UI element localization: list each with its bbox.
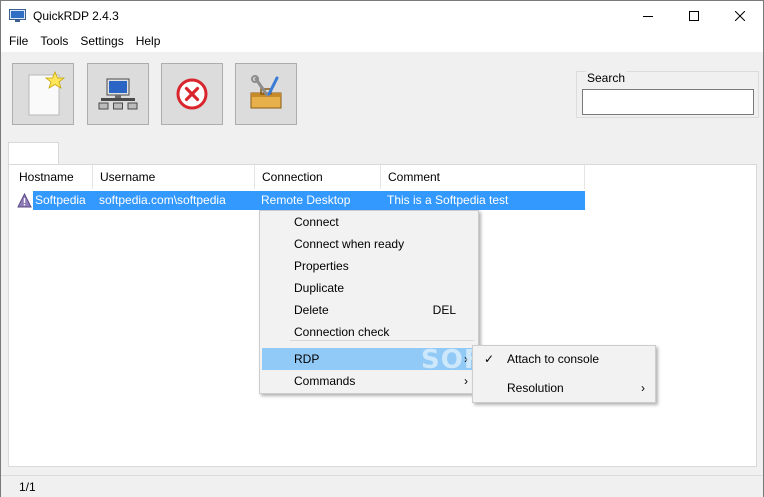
menu-item-label: Delete xyxy=(294,303,329,317)
status-count: 1/1 xyxy=(19,480,36,494)
menu-item-attach-to-console[interactable]: ✓ Attach to console xyxy=(475,348,653,370)
menu-bar: File Tools Settings Help xyxy=(1,31,763,52)
menu-file[interactable]: File xyxy=(3,31,34,52)
toolbox-icon xyxy=(250,75,282,109)
window-title: QuickRDP 2.4.3 xyxy=(33,9,119,23)
tab-default[interactable] xyxy=(8,142,59,165)
menu-item-label: Duplicate xyxy=(294,281,345,295)
table-row[interactable]: Softpedia softpedia.com\softpedia Remote… xyxy=(12,191,585,210)
minimize-icon xyxy=(643,16,653,17)
close-button[interactable] xyxy=(717,1,763,31)
search-input[interactable] xyxy=(582,89,754,115)
menu-tools[interactable]: Tools xyxy=(34,31,74,52)
status-bar: 1/1 xyxy=(1,475,763,497)
cell-username: softpedia.com\softpedia xyxy=(99,193,226,207)
delete-button[interactable] xyxy=(161,63,223,125)
maximize-icon xyxy=(689,11,699,21)
menu-help[interactable]: Help xyxy=(130,31,167,52)
menu-settings[interactable]: Settings xyxy=(74,31,129,52)
menu-item-label: Commands xyxy=(294,374,356,388)
menu-item-resolution[interactable]: Resolution › xyxy=(475,377,653,399)
checkmark-icon: ✓ xyxy=(484,352,495,366)
tools-button[interactable] xyxy=(235,63,297,125)
menu-item-properties[interactable]: Properties xyxy=(262,255,476,277)
column-header-connection[interactable]: Connection xyxy=(255,165,381,189)
computer-network-icon xyxy=(98,78,138,110)
menu-item-connect-when-ready[interactable]: Connect when ready xyxy=(262,233,476,255)
maximize-button[interactable] xyxy=(671,1,717,31)
column-header-comment[interactable]: Comment xyxy=(381,165,585,189)
menu-item-delete[interactable]: Delete DEL xyxy=(262,299,476,321)
menu-separator xyxy=(290,340,474,341)
chevron-right-icon: › xyxy=(641,381,645,395)
new-connection-button[interactable] xyxy=(12,63,74,125)
title-bar: QuickRDP 2.4.3 xyxy=(1,1,763,31)
menu-item-label: Connection check xyxy=(294,325,390,339)
cell-connection: Remote Desktop xyxy=(261,193,351,207)
menu-item-label: Properties xyxy=(294,259,349,273)
column-header-username[interactable]: Username xyxy=(93,165,255,189)
menu-item-label: Resolution xyxy=(507,381,564,395)
cell-hostname: Softpedia xyxy=(35,193,86,207)
delete-icon xyxy=(176,78,208,110)
search-label: Search xyxy=(586,71,627,85)
search-group: Search xyxy=(576,71,759,118)
new-document-icon xyxy=(28,70,66,116)
minimize-button[interactable] xyxy=(625,1,671,31)
connect-button[interactable] xyxy=(87,63,149,125)
menu-item-label: Connect xyxy=(294,215,339,229)
menu-item-connect[interactable]: Connect xyxy=(262,211,476,233)
menu-item-duplicate[interactable]: Duplicate xyxy=(262,277,476,299)
menu-item-label: Attach to console xyxy=(507,352,600,366)
close-icon xyxy=(735,11,745,21)
cell-comment: This is a Softpedia test xyxy=(387,193,509,207)
rdp-submenu: ✓ Attach to console Resolution › xyxy=(472,345,656,403)
menu-item-label: RDP xyxy=(294,352,320,366)
menu-item-shortcut: DEL xyxy=(432,303,456,317)
menu-item-label: Connect when ready xyxy=(294,237,405,251)
warning-icon xyxy=(17,193,32,208)
app-icon xyxy=(9,9,26,22)
column-header-hostname[interactable]: Hostname xyxy=(12,165,93,189)
app-window: QuickRDP 2.4.3 File Tools Settings Help xyxy=(0,0,764,497)
